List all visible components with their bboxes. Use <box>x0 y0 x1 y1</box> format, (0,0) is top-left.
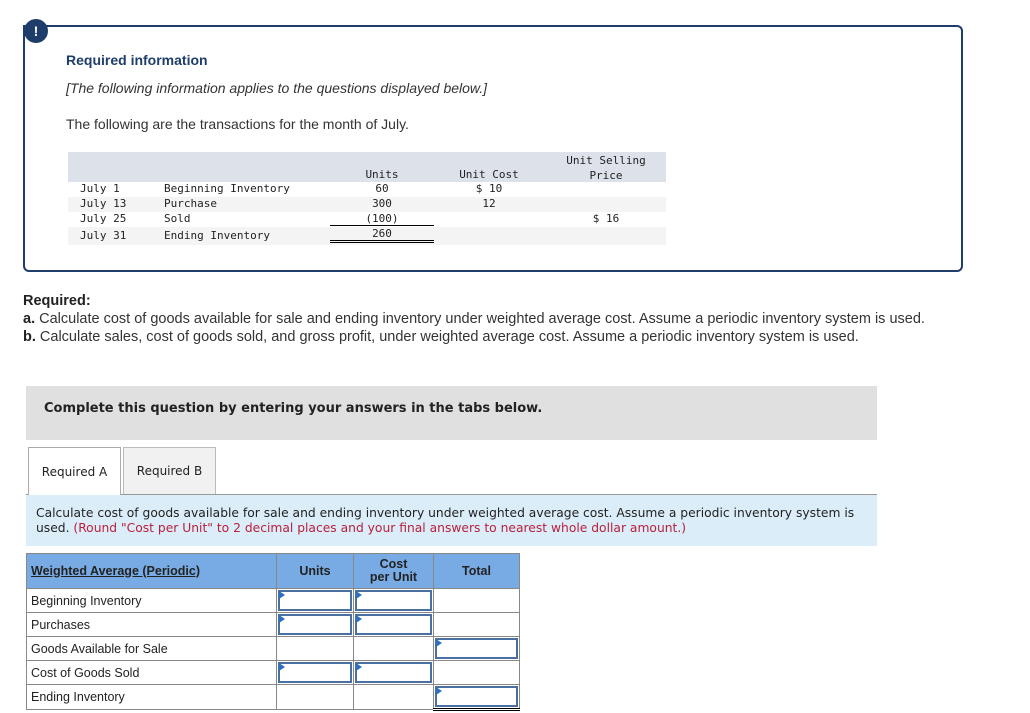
answer-row-beginning-inventory: Beginning Inventory <box>26 588 520 613</box>
input-flag-icon <box>356 591 362 599</box>
required-heading: Required: <box>23 293 91 309</box>
total-cell <box>433 588 520 613</box>
alert-icon: ! <box>24 19 48 43</box>
units-cell <box>276 612 354 637</box>
purchases-units-input[interactable] <box>278 614 352 635</box>
complete-question-banner: Complete this question by entering your … <box>26 386 877 440</box>
row-label: Ending Inventory <box>26 684 277 710</box>
transaction-description: Sold <box>164 212 191 225</box>
complete-question-text: Complete this question by entering your … <box>44 401 543 416</box>
purchases-cost-input[interactable] <box>355 614 432 635</box>
units-cell <box>276 636 354 661</box>
transaction-units: 260 <box>330 227 434 243</box>
header-units: Units <box>365 168 399 181</box>
cost-per-unit-cell <box>353 684 434 710</box>
units-cell <box>276 588 354 613</box>
beginning-inventory-units-input[interactable] <box>278 590 352 611</box>
required-b: b. Calculate sales, cost of goods sold, … <box>23 328 963 346</box>
header-weighted-average: Weighted Average (Periodic) <box>26 553 277 589</box>
transaction-description: Beginning Inventory <box>164 182 290 195</box>
transaction-description: Purchase <box>164 197 217 210</box>
header-total: Total <box>433 553 520 589</box>
cogs-units-input[interactable] <box>278 662 352 683</box>
answer-row-ending-inventory: Ending Inventory <box>26 684 520 711</box>
input-flag-icon <box>356 663 362 671</box>
instructions-hint: (Round "Cost per Unit" to 2 decimal plac… <box>73 521 687 535</box>
row-label: Beginning Inventory <box>26 588 277 613</box>
required-a-text: Calculate cost of goods available for sa… <box>35 311 925 327</box>
tab-required-a[interactable]: Required A <box>28 447 121 495</box>
transaction-units: 300 <box>372 197 392 210</box>
info-title: Required information <box>66 52 208 68</box>
row-label: Cost of Goods Sold <box>26 660 277 685</box>
required-section: Required: a. Calculate cost of goods ava… <box>23 292 963 346</box>
total-cell <box>433 612 520 637</box>
cost-per-unit-cell <box>353 636 434 661</box>
transaction-date: July 13 <box>80 197 127 210</box>
total-cell <box>433 660 520 685</box>
header-cost-per-unit-text: Cost per Unit <box>369 557 418 584</box>
answer-row-goods-available: Goods Available for Sale <box>26 636 520 661</box>
input-flag-icon <box>436 687 442 695</box>
units-cell <box>276 684 354 710</box>
header-unit-cost: Unit Cost <box>459 168 519 181</box>
info-intro: The following are the transactions for t… <box>66 116 409 132</box>
transaction-row: July 31 Ending Inventory 260 <box>68 227 666 245</box>
cogs-cost-input[interactable] <box>355 662 432 683</box>
instructions-panel: Calculate cost of goods available for sa… <box>26 495 877 546</box>
header-unit-selling-price: Unit Selling Price <box>566 154 646 182</box>
answer-row-purchases: Purchases <box>26 612 520 637</box>
required-b-label: b. <box>23 329 36 345</box>
input-flag-icon <box>279 591 285 599</box>
required-a-label: a. <box>23 311 36 327</box>
transaction-date: July 31 <box>80 229 127 242</box>
goods-available-total-input[interactable] <box>435 638 518 659</box>
required-b-text: Calculate sales, cost of goods sold, and… <box>35 329 859 345</box>
cost-per-unit-cell <box>353 660 434 685</box>
row-label: Purchases <box>26 612 277 637</box>
answer-row-cost-of-goods-sold: Cost of Goods Sold <box>26 660 520 685</box>
answer-table-header: Weighted Average (Periodic) Units Cost p… <box>26 553 520 589</box>
transaction-row: July 25 Sold (100) $ 16 <box>68 212 666 227</box>
weighted-average-table: Weighted Average (Periodic) Units Cost p… <box>26 553 520 711</box>
input-flag-icon <box>279 663 285 671</box>
input-flag-icon <box>356 615 362 623</box>
transaction-date: July 25 <box>80 212 127 225</box>
transaction-unit-cost: 12 <box>482 197 496 210</box>
transactions-header: Units Unit Cost Unit Selling Price <box>68 152 666 182</box>
transaction-unit-selling-price: $ 16 <box>592 212 620 225</box>
cost-per-unit-cell <box>353 612 434 637</box>
required-a: a. Calculate cost of goods available for… <box>23 310 963 328</box>
input-flag-icon <box>279 615 285 623</box>
info-note: [The following information applies to th… <box>66 80 488 96</box>
transaction-row: July 1 Beginning Inventory 60 $ 10 <box>68 182 666 197</box>
transaction-description: Ending Inventory <box>164 229 270 242</box>
header-cost-per-unit: Cost per Unit <box>353 553 434 589</box>
total-cell <box>433 636 520 661</box>
transaction-row: July 13 Purchase 300 12 <box>68 197 666 212</box>
transaction-date: July 1 <box>80 182 120 195</box>
ending-inventory-total-input[interactable] <box>435 686 518 707</box>
header-units: Units <box>276 553 354 589</box>
cost-per-unit-cell <box>353 588 434 613</box>
tab-required-b[interactable]: Required B <box>123 447 216 494</box>
transaction-units: 60 <box>375 182 389 195</box>
transaction-units: (100) <box>330 212 434 226</box>
row-label: Goods Available for Sale <box>26 636 277 661</box>
beginning-inventory-cost-input[interactable] <box>355 590 432 611</box>
units-cell <box>276 660 354 685</box>
transaction-unit-cost: $ 10 <box>475 182 503 195</box>
total-cell <box>433 684 520 711</box>
transactions-table: Units Unit Cost Unit Selling Price July … <box>68 152 666 245</box>
input-flag-icon <box>436 639 442 647</box>
